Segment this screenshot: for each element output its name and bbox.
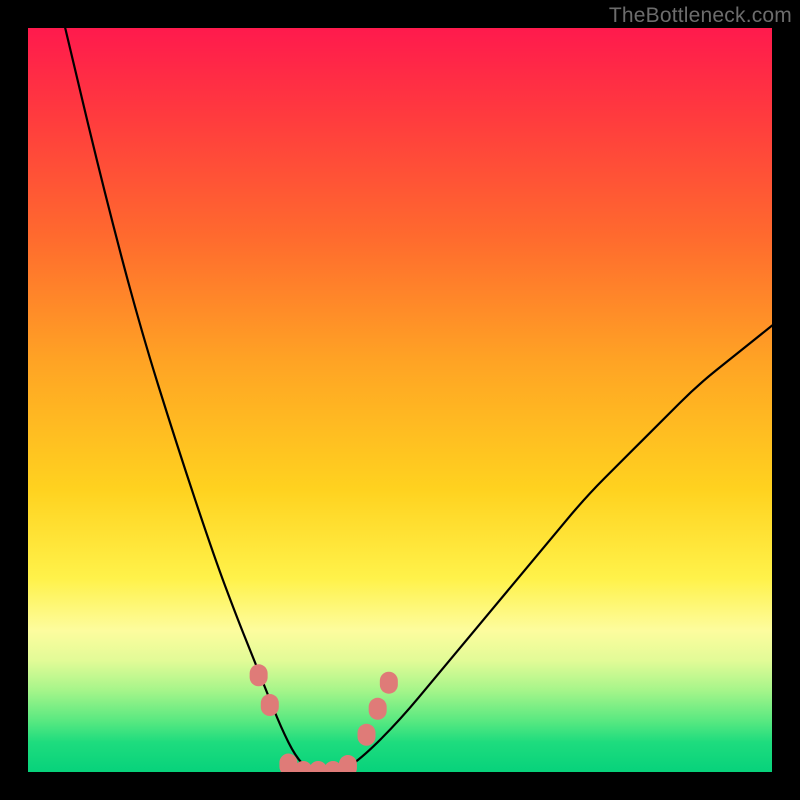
bottleneck-curve [65, 28, 772, 772]
sample-point [358, 724, 376, 746]
sample-point [261, 694, 279, 716]
watermark-text: TheBottleneck.com [609, 4, 792, 28]
chart-frame: TheBottleneck.com [0, 0, 800, 800]
chart-svg [28, 28, 772, 772]
sample-point [339, 755, 357, 772]
sample-points [250, 664, 398, 772]
sample-point [250, 664, 268, 686]
sample-point [369, 698, 387, 720]
chart-plot-area [28, 28, 772, 772]
sample-point [380, 672, 398, 694]
